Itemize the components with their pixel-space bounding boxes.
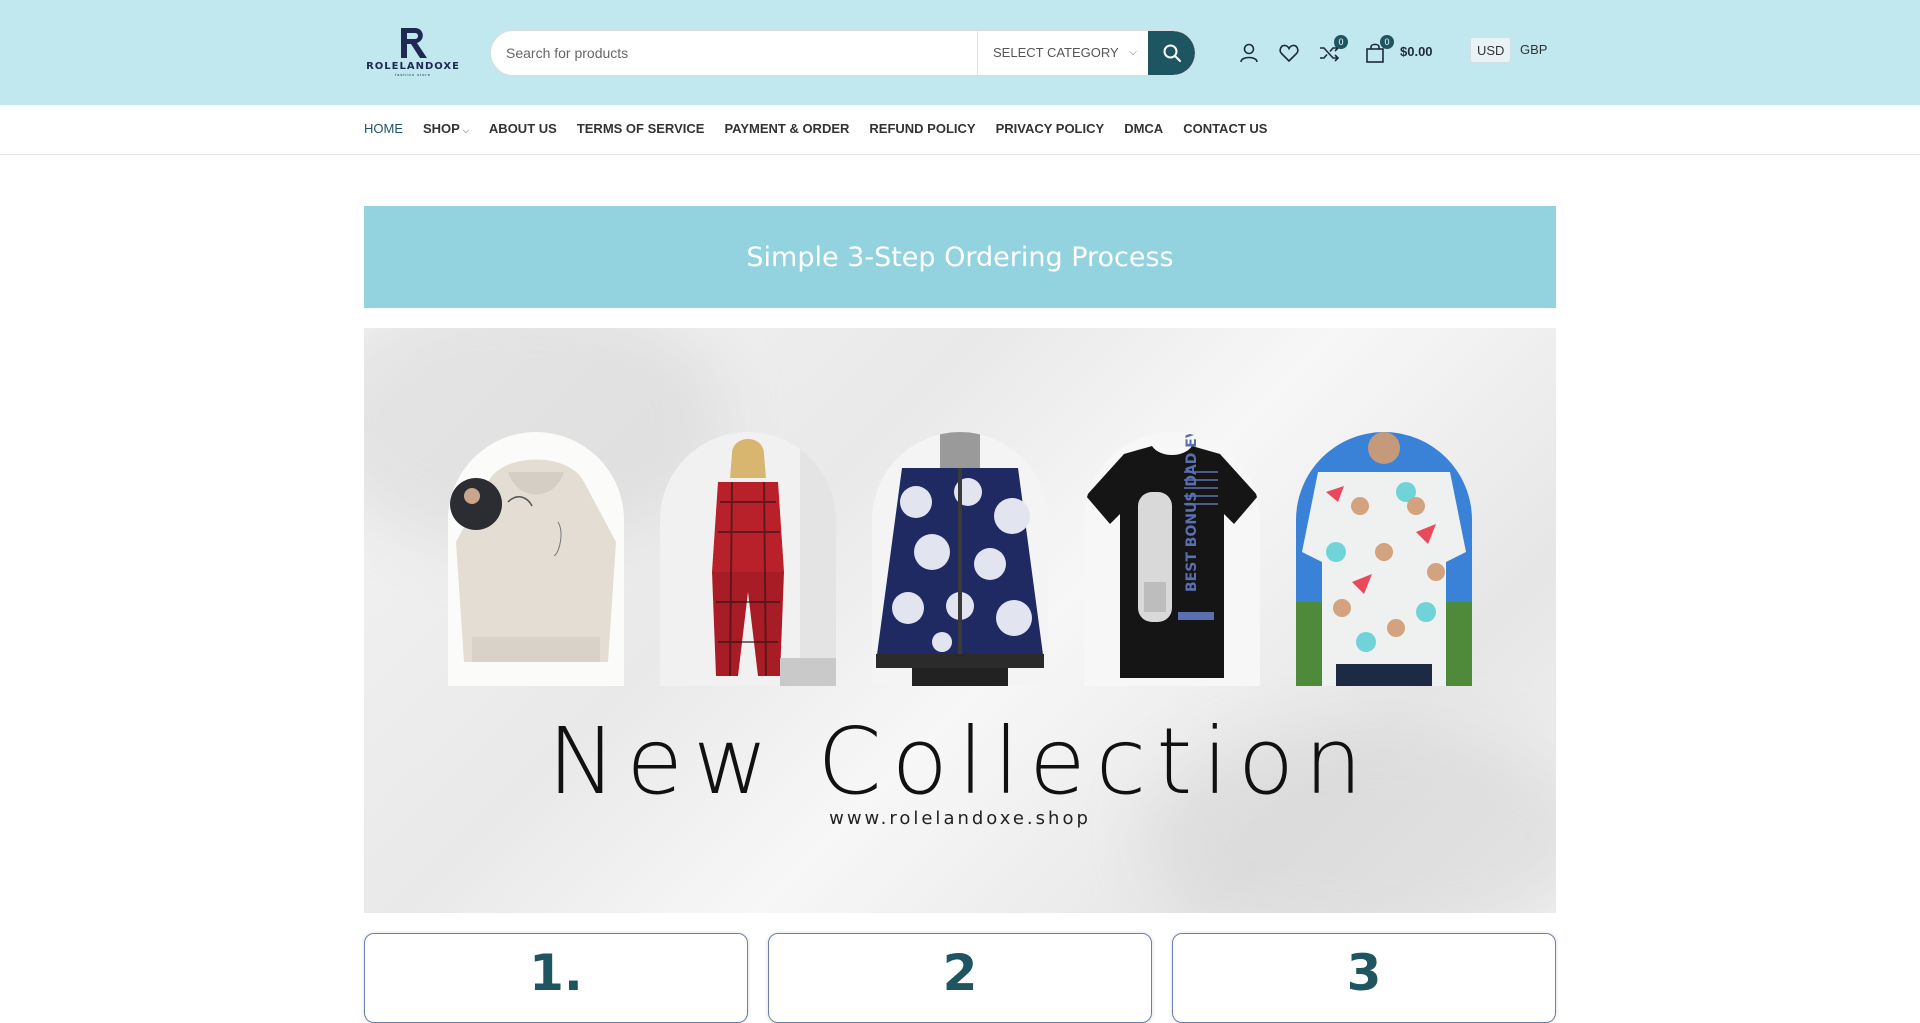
- currency-usd[interactable]: USD: [1470, 37, 1512, 63]
- nav-item-shop[interactable]: SHOP ⌵: [423, 105, 469, 155]
- search-button[interactable]: [1148, 31, 1195, 75]
- nav-item-privacy[interactable]: PRIVACY POLICY: [996, 105, 1105, 155]
- logo-mark-icon: [401, 28, 427, 58]
- hero-banner[interactable]: BEST BONUS DAD EVER New Collection www.r…: [364, 328, 1556, 913]
- tshirt-print-text: BEST BONUS DAD EVER: [1184, 432, 1200, 592]
- step-card-2: 2: [768, 933, 1152, 1023]
- ordering-process-banner: Simple 3-Step Ordering Process: [364, 206, 1556, 308]
- step-number: 3: [1346, 944, 1382, 1002]
- nav-item-about[interactable]: ABOUT US: [489, 105, 557, 155]
- product-card-hawaiian: [1296, 432, 1472, 686]
- nav-item-refund[interactable]: REFUND POLICY: [869, 105, 975, 155]
- step-number: 2: [942, 944, 978, 1002]
- banner-heading: Simple 3-Step Ordering Process: [746, 241, 1174, 273]
- category-select-label: SELECT CATEGORY: [993, 45, 1119, 60]
- search-input[interactable]: [491, 31, 977, 75]
- nav-item-shop-label: SHOP: [423, 121, 460, 136]
- chevron-down-icon: ⌵: [462, 126, 469, 135]
- nav-item-dmca[interactable]: DMCA: [1124, 105, 1163, 155]
- nav-item-contact[interactable]: CONTACT US: [1183, 105, 1267, 155]
- hoodie-image: [448, 432, 624, 686]
- search-bar: SELECT CATEGORY ⌵: [490, 30, 1196, 76]
- hawaiian-shirt-image: [1296, 432, 1472, 686]
- nav-item-payment[interactable]: PAYMENT & ORDER: [724, 105, 849, 155]
- step-number: 1.: [529, 944, 583, 1002]
- step-card-1: 1.: [364, 933, 748, 1023]
- product-card-pajama: [660, 432, 836, 686]
- main-nav: HOME SHOP ⌵ ABOUT US TERMS OF SERVICE PAY…: [0, 105, 1920, 155]
- top-header: ROLELANDOXE fashion store SELECT CATEGOR…: [0, 0, 1920, 105]
- chevron-down-icon: ⌵: [1129, 47, 1137, 58]
- wishlist-button[interactable]: [1276, 40, 1302, 66]
- heart-icon: [1279, 44, 1299, 63]
- hero-url: www.rolelandoxe.shop: [829, 808, 1091, 829]
- compare-button[interactable]: 0: [1316, 35, 1348, 66]
- site-logo[interactable]: ROLELANDOXE fashion store: [366, 26, 460, 82]
- product-card-tshirt: BEST BONUS DAD EVER: [1084, 432, 1260, 686]
- account-button[interactable]: [1236, 40, 1262, 66]
- product-card-bomber: [872, 432, 1048, 686]
- step-card-3: 3: [1172, 933, 1556, 1023]
- currency-gbp[interactable]: GBP: [1514, 37, 1553, 63]
- brand-name: ROLELANDOXE: [366, 61, 460, 72]
- nav-item-terms[interactable]: TERMS OF SERVICE: [577, 105, 705, 155]
- user-icon: [1240, 43, 1258, 63]
- category-select[interactable]: SELECT CATEGORY ⌵: [977, 31, 1149, 75]
- compare-count-badge: 0: [1334, 35, 1348, 49]
- cart-count-badge: 0: [1380, 35, 1394, 49]
- cart-button[interactable]: 0: [1362, 35, 1394, 66]
- bomber-jacket-image: [872, 432, 1048, 686]
- search-icon: [1163, 44, 1181, 62]
- product-card-hoodie: [448, 432, 624, 686]
- hero-title: New Collection: [547, 708, 1373, 815]
- brand-tagline: fashion store: [395, 72, 431, 77]
- tshirt-image: BEST BONUS DAD EVER: [1084, 432, 1260, 686]
- nav-item-home[interactable]: HOME: [364, 105, 403, 155]
- cart-total[interactable]: $0.00: [1400, 44, 1433, 59]
- pajama-image: [660, 432, 836, 686]
